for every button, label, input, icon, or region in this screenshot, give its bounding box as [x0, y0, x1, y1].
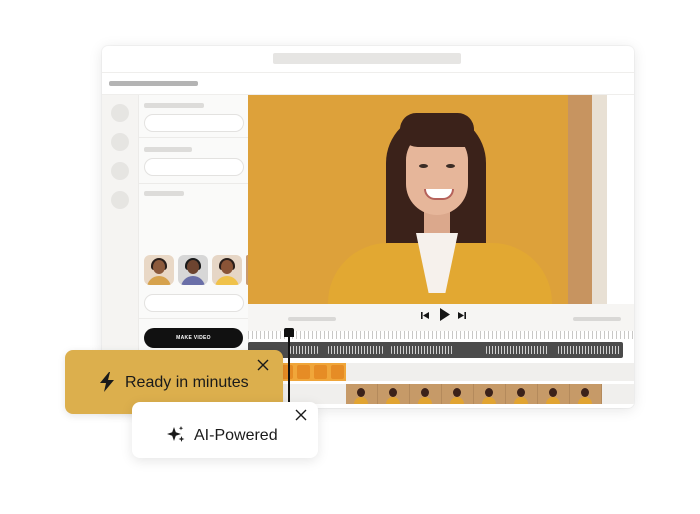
text-field[interactable]: [144, 294, 244, 312]
close-icon[interactable]: [257, 359, 269, 375]
avatar[interactable]: [212, 255, 242, 285]
rail-icon[interactable]: [111, 162, 129, 180]
sparkles-icon: [166, 425, 186, 449]
waveform: [391, 346, 453, 354]
avatar[interactable]: [178, 255, 208, 285]
background-wall: [592, 95, 607, 304]
text-field[interactable]: [144, 114, 244, 132]
divider: [139, 183, 248, 184]
time-placeholder: [288, 317, 336, 321]
ready-badge-label: Ready in minutes: [125, 374, 249, 391]
eye: [446, 164, 455, 168]
presenter-fringe: [400, 113, 474, 147]
broll-track[interactable]: [248, 363, 634, 381]
ai-badge: AI-Powered: [132, 402, 318, 458]
eye: [419, 164, 428, 168]
subtitle-placeholder: [109, 81, 198, 86]
waveform: [328, 346, 383, 354]
title-placeholder: [273, 53, 461, 64]
video-preview[interactable]: [248, 95, 607, 304]
lightning-bolt-icon: [99, 372, 115, 396]
playhead[interactable]: [288, 328, 290, 408]
rail-icon[interactable]: [111, 104, 129, 122]
text-field[interactable]: [144, 158, 244, 176]
label-placeholder: [144, 103, 204, 108]
rail-icon[interactable]: [111, 191, 129, 209]
label-placeholder: [144, 191, 184, 196]
close-icon[interactable]: [295, 409, 307, 425]
playhead-handle[interactable]: [284, 328, 294, 337]
divider: [139, 137, 248, 138]
waveform: [558, 346, 620, 354]
avatar[interactable]: [144, 255, 174, 285]
waveform: [290, 346, 318, 354]
label-placeholder: [144, 147, 192, 152]
divider: [139, 318, 248, 319]
divider: [102, 72, 634, 73]
audio-track[interactable]: [248, 342, 623, 358]
smile: [424, 189, 454, 200]
play-icon[interactable]: [439, 308, 451, 325]
avatar-clip[interactable]: [346, 384, 602, 404]
make-video-button[interactable]: MAKE VIDEO: [144, 328, 243, 348]
duration-placeholder: [573, 317, 621, 321]
avatar-track[interactable]: [248, 384, 634, 404]
ai-badge-label: AI-Powered: [194, 427, 278, 444]
rail-icon[interactable]: [111, 133, 129, 151]
timeline-ruler[interactable]: [248, 331, 634, 339]
skip-previous-icon[interactable]: [421, 310, 430, 324]
player-controls: [248, 304, 634, 331]
waveform: [486, 346, 548, 354]
skip-next-icon[interactable]: [457, 310, 466, 324]
